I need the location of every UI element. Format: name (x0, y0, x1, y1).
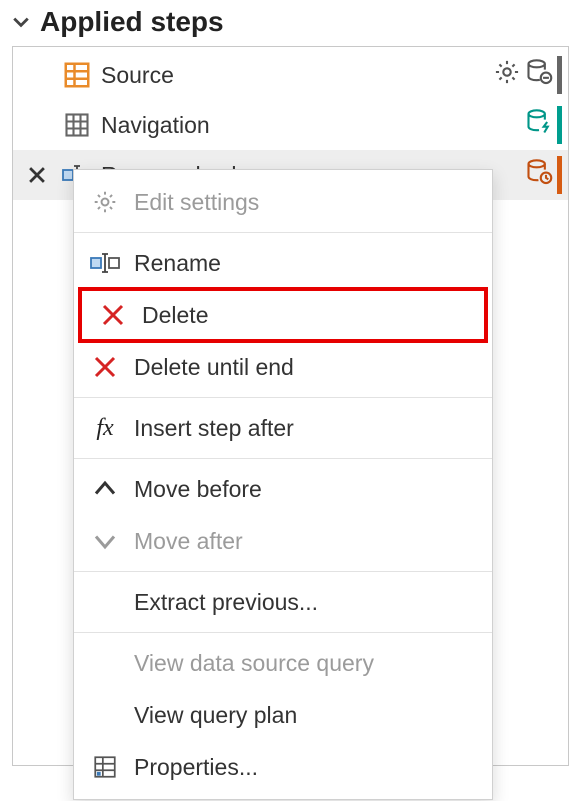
menu-divider (74, 571, 492, 572)
menu-label: Properties... (134, 754, 258, 781)
menu-view-query-plan[interactable]: View query plan (74, 689, 492, 741)
menu-extract-previous[interactable]: Extract previous... (74, 576, 492, 628)
database-minus-icon (525, 58, 553, 92)
menu-divider (74, 632, 492, 633)
step-accent-bar (557, 106, 562, 144)
database-clock-icon (525, 158, 553, 192)
grid-icon (61, 109, 93, 141)
applied-steps-panel: Source Navigation (12, 46, 569, 766)
blank-icon (90, 587, 120, 617)
step-context-menu: Edit settings Rename Delete Delete until… (73, 169, 493, 800)
step-label: Navigation (101, 112, 517, 139)
menu-label: View data source query (134, 650, 374, 677)
menu-insert-step-after[interactable]: fx Insert step after (74, 402, 492, 454)
database-bolt-icon (525, 108, 553, 142)
menu-divider (74, 397, 492, 398)
menu-label: Rename (134, 250, 221, 277)
section-title: Applied steps (40, 6, 224, 38)
step-accent-bar (557, 56, 562, 94)
applied-steps-header[interactable]: Applied steps (0, 0, 581, 44)
menu-move-after: Move after (74, 515, 492, 567)
menu-rename[interactable]: Rename (74, 237, 492, 289)
step-source[interactable]: Source (13, 50, 568, 100)
menu-properties[interactable]: Properties... (74, 741, 492, 793)
delete-x-icon (90, 352, 120, 382)
close-icon (26, 164, 48, 186)
menu-label: Move after (134, 528, 243, 555)
menu-label: Extract previous... (134, 589, 318, 616)
menu-view-data-source-query: View data source query (74, 637, 492, 689)
blank-icon (90, 648, 120, 678)
gear-icon[interactable] (493, 58, 521, 92)
menu-delete[interactable]: Delete (78, 287, 488, 343)
table-orange-icon (61, 59, 93, 91)
blank-icon (90, 700, 120, 730)
menu-divider (74, 458, 492, 459)
chevron-up-icon (90, 474, 120, 504)
menu-label: View query plan (134, 702, 297, 729)
menu-label: Delete (142, 302, 208, 329)
menu-label: Insert step after (134, 415, 294, 442)
step-navigation[interactable]: Navigation (13, 100, 568, 150)
delete-step-button[interactable] (21, 164, 53, 186)
menu-divider (74, 232, 492, 233)
menu-edit-settings: Edit settings (74, 176, 492, 228)
step-accent-bar (557, 156, 562, 194)
delete-x-icon (98, 300, 128, 330)
properties-icon (90, 752, 120, 782)
chevron-down-icon (90, 526, 120, 556)
chevron-down-icon (12, 13, 30, 31)
menu-label: Edit settings (134, 189, 259, 216)
menu-move-before[interactable]: Move before (74, 463, 492, 515)
fx-icon: fx (90, 413, 120, 443)
menu-label: Move before (134, 476, 262, 503)
menu-delete-until-end[interactable]: Delete until end (74, 341, 492, 393)
step-label: Source (101, 62, 485, 89)
gear-icon (90, 187, 120, 217)
rename-icon (90, 248, 120, 278)
menu-label: Delete until end (134, 354, 294, 381)
